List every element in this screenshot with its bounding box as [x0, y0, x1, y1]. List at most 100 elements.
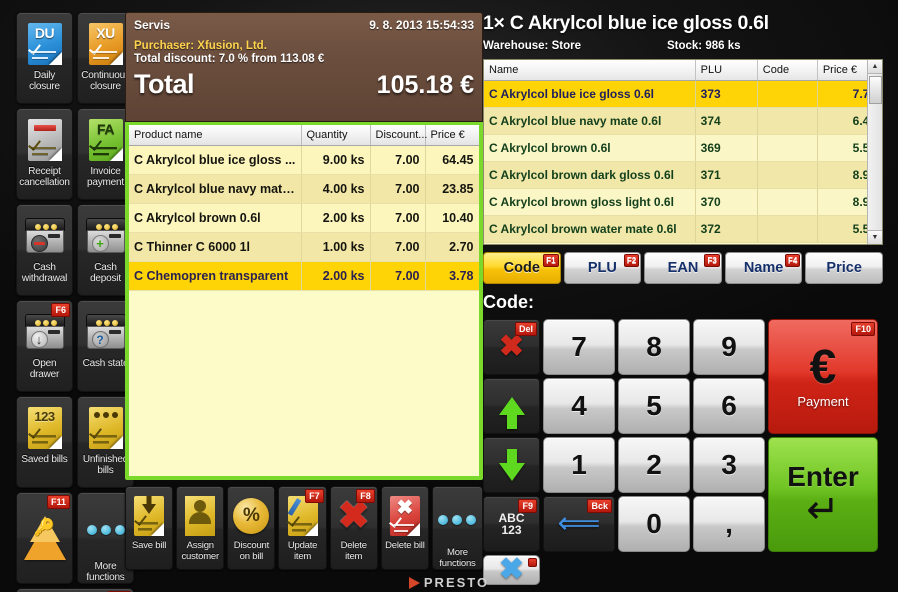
- delete-item-button[interactable]: F8 ✖ Delete item: [329, 486, 378, 570]
- price-cell: 3.78: [425, 261, 479, 291]
- product-list-scrollbar[interactable]: ▲ ▼: [867, 60, 882, 244]
- tab-name[interactable]: F4 Name: [724, 252, 803, 284]
- tab-plu[interactable]: F2 PLU: [563, 252, 642, 284]
- continuous-closure-icon: XU: [88, 21, 123, 67]
- column-header-discount[interactable]: Discount...: [370, 125, 427, 146]
- list-item[interactable]: C Akrylcol brown gloss light 0.6l 370 8.99: [484, 188, 882, 216]
- multiply-badge: [528, 558, 537, 567]
- backspace-arrow-icon: ⟸: [557, 507, 601, 540]
- save-bill-button[interactable]: Save bill: [125, 486, 174, 570]
- scrollbar-thumb[interactable]: [869, 76, 882, 104]
- list-item[interactable]: C Akrylcol brown 0.6l 369 5.59: [484, 134, 882, 162]
- receipt-datetime: 9. 8. 2013 15:54:33: [369, 18, 474, 32]
- delete-bill-button[interactable]: ✖ Delete bill: [380, 486, 429, 570]
- invoice-payment-icon: FA: [88, 117, 123, 163]
- column-header-price[interactable]: Price €: [425, 125, 479, 146]
- key-1[interactable]: 1: [543, 437, 615, 493]
- receipt-items-table: Product name Quantity Discount... Price …: [129, 125, 479, 291]
- product-name-cell: C Akrylcol blue ice gloss 0.6l: [484, 80, 696, 108]
- sidebar-button-grid: DU Daily closure XU Continuous closure Rec…: [16, 12, 134, 584]
- table-row[interactable]: C Akrylcol blue ice gloss ... 9.00 ks 7.00…: [129, 145, 479, 175]
- price-cell: 23.85: [425, 174, 479, 204]
- fkey-badge: F8: [356, 489, 375, 503]
- product-name-cell: C Akrylcol brown water mate 0.6l: [484, 215, 696, 243]
- column-header-code[interactable]: Code: [757, 60, 818, 81]
- delete-key[interactable]: Del ✖: [483, 319, 540, 375]
- sidebar-item-logout[interactable]: F11 🔑 Logout: [16, 492, 73, 584]
- table-row[interactable]: C Akrylcol brown 0.6l 2.00 ks 7.00 10.40: [129, 203, 479, 233]
- total-amount: 105.18 €: [376, 71, 474, 99]
- search-field-label: Code:: [483, 292, 534, 312]
- product-name-cell: C Akrylcol brown dark gloss 0.6l: [484, 161, 696, 189]
- key-5[interactable]: 5: [618, 378, 690, 434]
- unfinished-bills-icon: [88, 405, 123, 451]
- tab-label: PLU: [587, 260, 617, 276]
- list-item[interactable]: C Akrylcol brown dark gloss 0.6l 371 8.99: [484, 161, 882, 189]
- discount-on-bill-button[interactable]: % Discount on bill: [227, 486, 276, 570]
- search-mode-tabs: F1 Code F2 PLU F3 EAN F4 Name Price: [483, 252, 883, 284]
- delete-bill-icon: ✖: [388, 493, 420, 539]
- receipt-items-grid[interactable]: Product name Quantity Discount... Price …: [125, 122, 483, 480]
- list-item[interactable]: C Akrylcol blue ice gloss 0.6l 373 7.70: [484, 80, 882, 108]
- key-7[interactable]: 7: [543, 319, 615, 375]
- left-sidebar: DU Daily closure XU Continuous closure Rec…: [16, 12, 134, 592]
- column-header-name[interactable]: Name: [484, 60, 696, 81]
- receipt-panel: Servis 9. 8. 2013 15:54:33 Purchaser: Xf…: [125, 12, 483, 482]
- numeric-keypad: Del ✖ 7 8 9 F10 € Payment 4 5 6 1 2 3 En…: [483, 319, 883, 585]
- product-list[interactable]: Name PLU Code Price € C Akrylcol blue ic…: [483, 59, 883, 245]
- key-0[interactable]: 0: [618, 496, 690, 552]
- tab-code[interactable]: F1 Code: [483, 252, 561, 284]
- table-row[interactable]: C Chemopren transparent 2.00 ks 7.00 3.78: [129, 261, 479, 291]
- update-item-button[interactable]: F7 Update item: [278, 486, 327, 570]
- total-label: Total: [134, 69, 195, 99]
- scroll-down-key[interactable]: [483, 437, 540, 493]
- fkey-badge: F11: [46, 495, 70, 509]
- more-functions-button[interactable]: More functions: [431, 486, 484, 570]
- product-name-cell: C Akrylcol brown gloss light 0.6l: [484, 188, 696, 216]
- table-row[interactable]: C Akrylcol blue navy mate... 4.00 ks 7.00 2…: [129, 174, 479, 204]
- key-comma[interactable]: ,: [693, 496, 765, 552]
- table-header-row: Name PLU Code Price €: [484, 60, 882, 81]
- sidebar-item-saved-bills[interactable]: 123 Saved bills: [16, 396, 73, 488]
- payment-button[interactable]: F10 € Payment: [768, 319, 878, 434]
- discount-cell: 7.00: [370, 145, 426, 175]
- column-header-product-name[interactable]: Product name: [129, 125, 302, 146]
- scroll-up-key[interactable]: [483, 378, 540, 434]
- sidebar-item-open-drawer[interactable]: F6 ↓ Open drawer: [16, 300, 73, 392]
- discount-cell: 7.00: [370, 232, 426, 262]
- assign-customer-button[interactable]: Assign customer: [176, 486, 225, 570]
- key-2[interactable]: 2: [618, 437, 690, 493]
- column-header-quantity[interactable]: Quantity: [301, 125, 371, 146]
- list-item[interactable]: C Akrylcol brown water mate 0.6l 372 5.59: [484, 215, 882, 243]
- sidebar-item-daily-closure[interactable]: DU Daily closure: [16, 12, 73, 104]
- key-8[interactable]: 8: [618, 319, 690, 375]
- table-row[interactable]: C Thinner C 6000 1l 1.00 ks 7.00 2.70: [129, 232, 479, 262]
- quantity-cell: 4.00 ks: [301, 174, 371, 204]
- sidebar-item-receipt-cancellation[interactable]: Receipt cancellation: [16, 108, 73, 200]
- customer-icon: [185, 493, 216, 539]
- key-6[interactable]: 6: [693, 378, 765, 434]
- button-label: More functions: [439, 547, 476, 569]
- stock-label: Stock: 986 ks: [666, 40, 741, 52]
- backspace-key[interactable]: Bck ⟸: [543, 496, 615, 552]
- fkey-badge: F7: [305, 489, 324, 503]
- button-label: Delete bill: [385, 540, 425, 551]
- fkey-badge: F2: [623, 254, 640, 267]
- scroll-up-icon[interactable]: ▲: [868, 60, 882, 74]
- list-item[interactable]: C Akrylcol blue navy mate 0.6l 374 6.41: [484, 107, 882, 135]
- key-4[interactable]: 4: [543, 378, 615, 434]
- enter-button[interactable]: Enter ↵: [768, 437, 878, 552]
- sidebar-item-cash-withdrawal[interactable]: Cash withdrawal: [16, 204, 73, 296]
- abc123-key[interactable]: F9 ABC 123: [483, 496, 540, 552]
- tab-price[interactable]: Price: [805, 252, 883, 284]
- column-header-plu[interactable]: PLU: [695, 60, 758, 81]
- tab-ean[interactable]: F3 EAN: [644, 252, 722, 284]
- code-cell: [757, 134, 818, 162]
- chevron-right-icon: [408, 576, 420, 589]
- key-9[interactable]: 9: [693, 319, 765, 375]
- sidebar-item-label: Daily closure: [29, 70, 60, 92]
- product-name-cell: C Akrylcol brown 0.6l: [484, 134, 696, 162]
- scroll-down-icon[interactable]: ▼: [868, 230, 882, 244]
- key-3[interactable]: 3: [693, 437, 765, 493]
- receipt-purchaser: Purchaser: Xfusion, Ltd.: [134, 40, 267, 52]
